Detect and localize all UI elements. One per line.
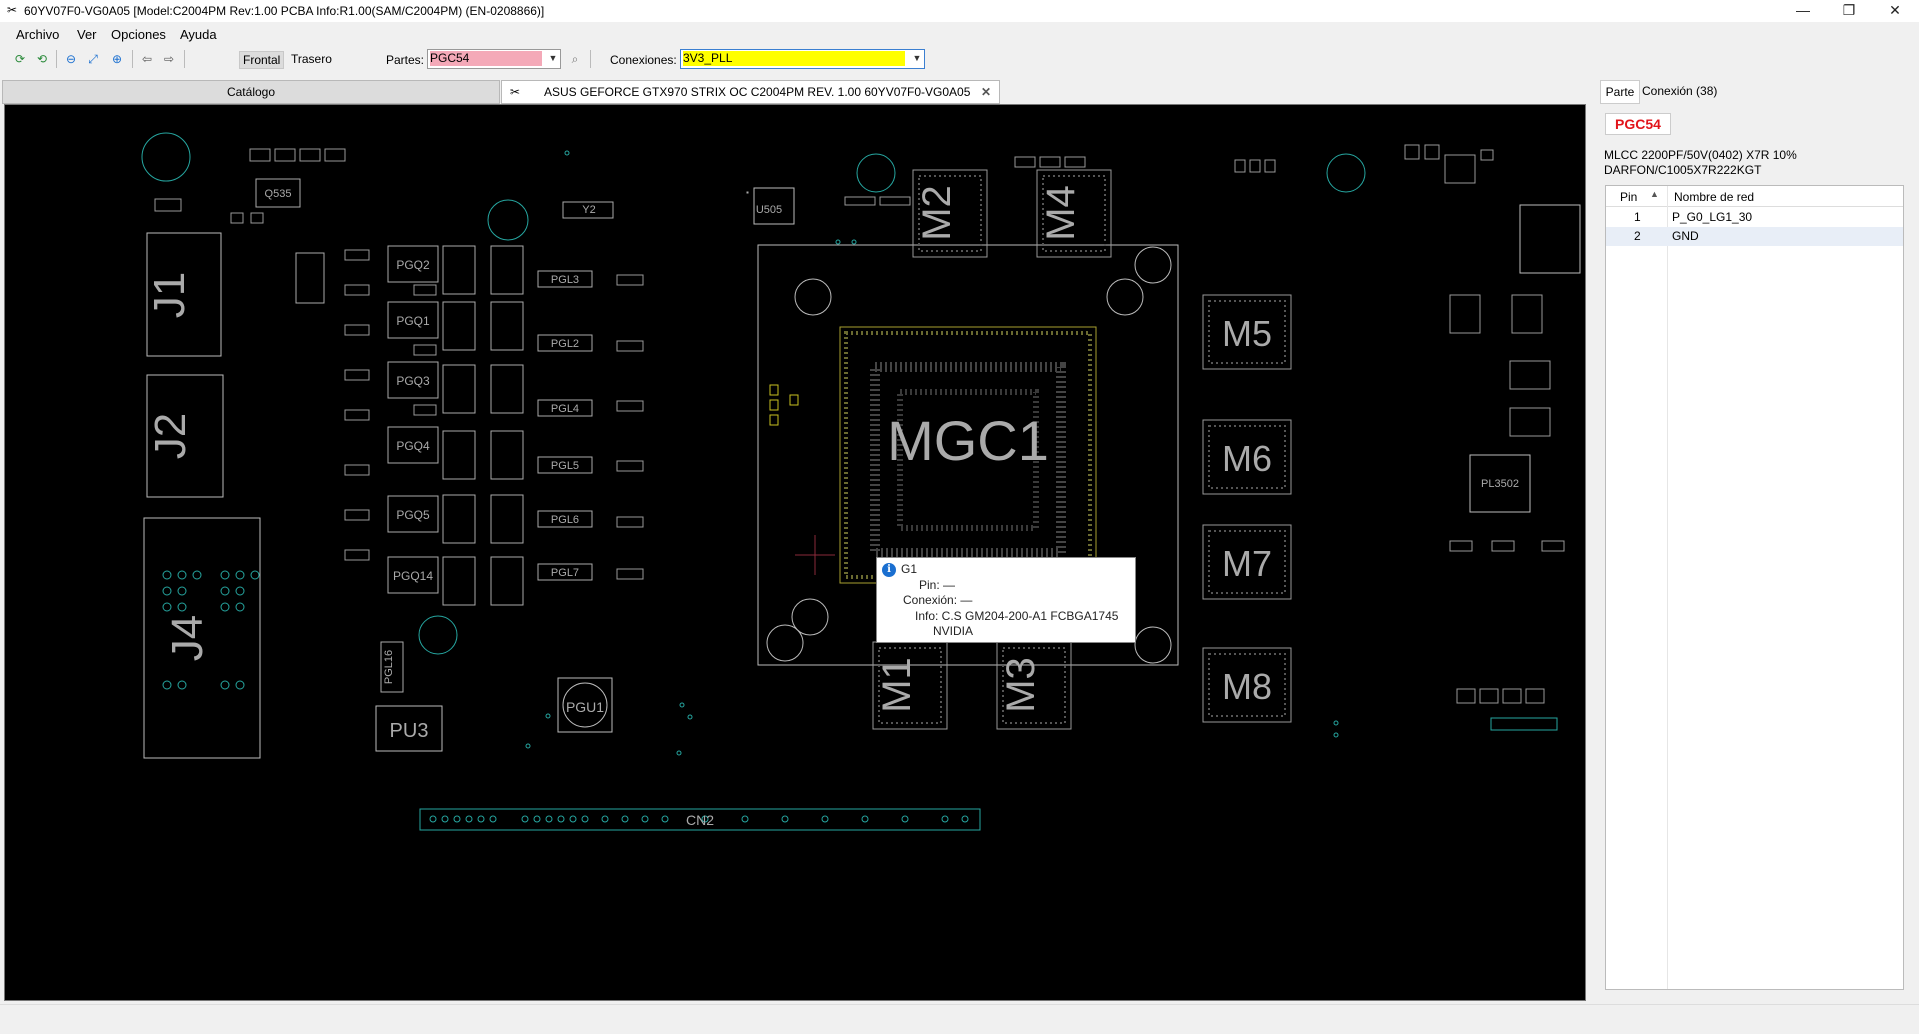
sort-asc-icon: ▲ bbox=[1650, 189, 1659, 199]
tooltip-pin: Pin: — bbox=[919, 578, 956, 592]
m8-label: M8 bbox=[1222, 666, 1272, 707]
component-tooltip: i G1 Pin: — Conexión: — Info: C.S GM204-… bbox=[876, 557, 1136, 643]
pgl3-label: PGL3 bbox=[551, 274, 579, 286]
tab-parte[interactable]: Parte bbox=[1600, 80, 1640, 104]
menu-archivo[interactable]: Archivo bbox=[16, 27, 59, 42]
menu-ver[interactable]: Ver bbox=[77, 27, 97, 42]
search-part-icon[interactable]: ⌕ bbox=[566, 50, 584, 68]
menu-ayuda[interactable]: Ayuda bbox=[180, 27, 217, 42]
j1-label: J1 bbox=[145, 272, 194, 318]
pgl5-label: PGL5 bbox=[551, 460, 579, 472]
y2-label: Y2 bbox=[582, 204, 595, 216]
pin-cell: 2 bbox=[1634, 229, 1641, 243]
pgu1-label: PGU1 bbox=[566, 699, 604, 715]
menu-opciones[interactable]: Opciones bbox=[111, 27, 166, 42]
tab-catalogo[interactable]: Catálogo bbox=[2, 80, 500, 104]
j4-label: J4 bbox=[163, 615, 212, 661]
m5-label: M5 bbox=[1222, 313, 1272, 354]
refresh-green-icon[interactable]: ⟳ bbox=[11, 50, 29, 68]
j2-label: J2 bbox=[146, 413, 195, 459]
scissors-icon: ✂ bbox=[7, 3, 18, 17]
fit-icon[interactable]: ⤢ bbox=[84, 50, 102, 68]
pgl4-label: PGL4 bbox=[551, 403, 579, 415]
m1-label: M1 bbox=[875, 657, 919, 713]
back-arrow-icon[interactable]: ⇦ bbox=[138, 50, 156, 68]
pin-cell: 1 bbox=[1634, 210, 1641, 224]
pgq3-label: PGQ3 bbox=[396, 374, 430, 388]
menu-bar: Archivo Ver Opciones Ayuda bbox=[0, 24, 1919, 46]
forward-arrow-icon[interactable]: ⇨ bbox=[160, 50, 178, 68]
zoom-in-icon[interactable]: ⊕ bbox=[108, 50, 126, 68]
partes-combo[interactable]: PGC54 ▼ bbox=[427, 49, 561, 69]
chevron-down-icon[interactable]: ▼ bbox=[910, 50, 924, 68]
chevron-down-icon[interactable]: ▼ bbox=[546, 50, 560, 68]
tooltip-info1: Info: C.S GM204-200-A1 FCBGA1745 bbox=[915, 609, 1119, 623]
toolbar: ⟳ ⟲ ⊖ ⤢ ⊕ ⇦ ⇨ Frontal Trasero Partes: PG… bbox=[0, 46, 1919, 72]
minimize-icon[interactable]: — bbox=[1780, 0, 1826, 22]
scissors-icon: ✂ bbox=[510, 85, 521, 99]
table-header: Pin ▲ Nombre de red bbox=[1606, 186, 1903, 207]
m7-label: M7 bbox=[1222, 543, 1272, 584]
pgl7-label: PGL7 bbox=[551, 567, 579, 579]
col-pin-header[interactable]: Pin bbox=[1620, 190, 1637, 204]
pgl16-label: PGL16 bbox=[383, 650, 395, 684]
pu3-label: PU3 bbox=[390, 720, 429, 742]
conexiones-label: Conexiones: bbox=[610, 53, 677, 67]
pgq4-label: PGQ4 bbox=[396, 439, 430, 453]
info-icon: i bbox=[882, 563, 896, 577]
m3-label: M3 bbox=[999, 657, 1043, 713]
mgc1-label: MGC1 bbox=[887, 409, 1049, 472]
document-tabs: Catálogo ✂ ASUS GEFORCE GTX970 STRIX OC … bbox=[0, 80, 1590, 104]
tooltip-connection: Conexión: — bbox=[903, 593, 973, 607]
partes-value: PGC54 bbox=[430, 51, 542, 66]
tab-board-label: ASUS GEFORCE GTX970 STRIX OC C2004PM REV… bbox=[544, 85, 971, 99]
close-tab-icon[interactable]: ✕ bbox=[981, 81, 991, 103]
pl3502-label: PL3502 bbox=[1481, 478, 1519, 490]
pgq1-label: PGQ1 bbox=[396, 314, 430, 328]
pgl2-label: PGL2 bbox=[551, 338, 579, 350]
m2-label: M2 bbox=[915, 185, 959, 241]
table-row[interactable]: 1 P_G0_LG1_30 bbox=[1606, 208, 1903, 227]
window-title: 60YV07F0-VG0A05 [Model:C2004PM Rev:1.00 … bbox=[24, 4, 545, 18]
restore-icon[interactable]: ❐ bbox=[1826, 0, 1872, 22]
pgq2-label: PGQ2 bbox=[396, 258, 430, 272]
tab-board[interactable]: ✂ ASUS GEFORCE GTX970 STRIX OC C2004PM R… bbox=[501, 80, 1000, 104]
pgq5-label: PGQ5 bbox=[396, 508, 430, 522]
part-desc-line2: DARFON/C1005X7R222KGT bbox=[1604, 163, 1762, 177]
part-name: PGC54 bbox=[1605, 113, 1671, 135]
conexiones-combo[interactable]: 3V3_PLL ▼ bbox=[680, 49, 925, 69]
refresh-icon[interactable]: ⟲ bbox=[33, 50, 51, 68]
frontal-toggle[interactable]: Frontal bbox=[239, 51, 285, 69]
pgl6-label: PGL6 bbox=[551, 514, 579, 526]
tooltip-info2: NVIDIA bbox=[933, 624, 974, 638]
close-icon[interactable]: ✕ bbox=[1872, 0, 1918, 22]
cn2-label: CN2 bbox=[686, 812, 714, 828]
col-net-header[interactable]: Nombre de red bbox=[1674, 190, 1754, 204]
properties-panel: Parte Conexión (38) PGC54 MLCC 2200PF/50… bbox=[1596, 80, 1919, 1000]
pgq14-label: PGQ14 bbox=[393, 569, 433, 583]
net-cell: P_G0_LG1_30 bbox=[1672, 210, 1753, 224]
trasero-toggle[interactable]: Trasero bbox=[288, 51, 335, 67]
u505-label: U505 bbox=[756, 204, 782, 216]
q535-label: Q535 bbox=[265, 188, 292, 200]
part-desc-line1: MLCC 2200PF/50V(0402) X7R 10% bbox=[1604, 148, 1797, 162]
net-cell: GND bbox=[1672, 229, 1699, 243]
zoom-out-icon[interactable]: ⊖ bbox=[62, 50, 80, 68]
status-bar bbox=[0, 1004, 1919, 1034]
part-description: MLCC 2200PF/50V(0402) X7R 10% DARFON/C10… bbox=[1604, 148, 1894, 178]
board-view[interactable]: MGC1 M1 M2 M3 M4 M5 M6 M7 M8 J1 J2 J4 PU… bbox=[4, 104, 1586, 1001]
m4-label: M4 bbox=[1039, 185, 1083, 241]
conexiones-value: 3V3_PLL bbox=[683, 51, 905, 66]
tab-conexion[interactable]: Conexión (38) bbox=[1642, 80, 1726, 102]
board-canvas[interactable]: MGC1 M1 M2 M3 M4 M5 M6 M7 M8 J1 J2 J4 PU… bbox=[5, 105, 1585, 1000]
table-row[interactable]: 2 GND bbox=[1606, 227, 1903, 246]
partes-label: Partes: bbox=[386, 53, 425, 67]
tooltip-name: G1 bbox=[901, 562, 918, 576]
pins-table: Pin ▲ Nombre de red 1 P_G0_LG1_30 2 GND bbox=[1605, 185, 1904, 990]
m6-label: M6 bbox=[1222, 438, 1272, 479]
title-bar: ✂ 60YV07F0-VG0A05 [Model:C2004PM Rev:1.0… bbox=[0, 0, 1919, 22]
